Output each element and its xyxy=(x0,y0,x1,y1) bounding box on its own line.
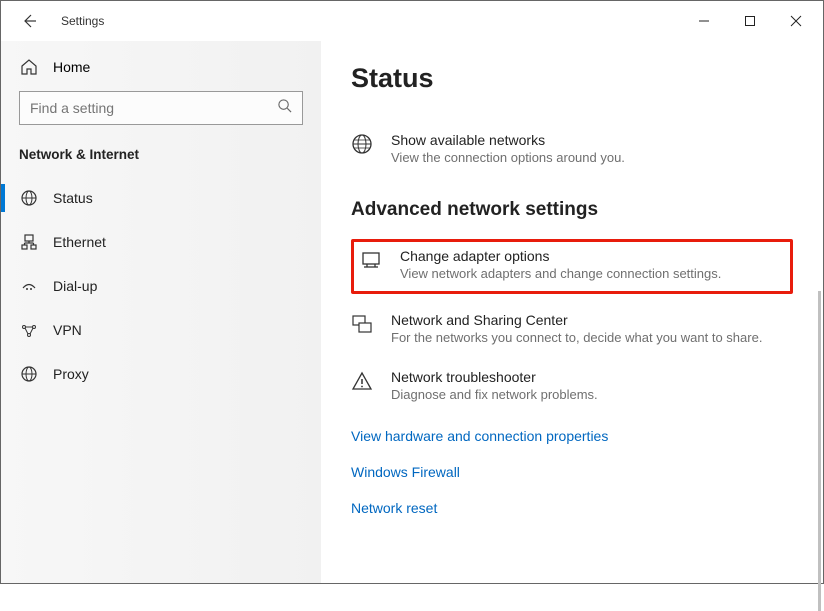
network-troubleshooter[interactable]: Network troubleshooter Diagnose and fix … xyxy=(351,361,793,418)
network-sharing-center[interactable]: Network and Sharing Center For the netwo… xyxy=(351,304,793,361)
close-button[interactable] xyxy=(773,5,819,37)
search-field[interactable] xyxy=(30,100,277,116)
link-windows-firewall[interactable]: Windows Firewall xyxy=(351,454,793,490)
warning-icon xyxy=(351,370,373,392)
globe-icon xyxy=(19,188,39,208)
globe-icon xyxy=(351,133,373,155)
section-label: Network & Internet xyxy=(1,143,321,176)
sidebar-item-label: VPN xyxy=(53,322,82,338)
minimize-button[interactable] xyxy=(681,5,727,37)
option-title: Change adapter options xyxy=(400,248,721,264)
dialup-icon xyxy=(19,276,39,296)
scrollbar[interactable] xyxy=(818,291,821,611)
sidebar-item-proxy[interactable]: Proxy xyxy=(1,352,321,396)
option-title: Show available networks xyxy=(391,132,625,148)
highlighted-option: Change adapter options View network adap… xyxy=(351,239,793,294)
page-title: Status xyxy=(351,63,793,94)
option-title: Network and Sharing Center xyxy=(391,312,762,328)
main-content: Status Show available networks View the … xyxy=(321,41,823,583)
sidebar: Home Network & Internet Status Ethernet xyxy=(1,41,321,583)
link-hardware-properties[interactable]: View hardware and connection properties xyxy=(351,418,793,454)
change-adapter-options[interactable]: Change adapter options View network adap… xyxy=(360,248,780,281)
option-desc: View network adapters and change connect… xyxy=(400,266,721,281)
sharing-icon xyxy=(351,313,373,335)
sidebar-item-label: Dial-up xyxy=(53,278,97,294)
maximize-button[interactable] xyxy=(727,5,773,37)
window-title: Settings xyxy=(61,14,104,28)
sidebar-item-vpn[interactable]: VPN xyxy=(1,308,321,352)
sidebar-item-label: Proxy xyxy=(53,366,89,382)
ethernet-icon xyxy=(19,232,39,252)
home-button[interactable]: Home xyxy=(1,49,321,91)
sidebar-item-dialup[interactable]: Dial-up xyxy=(1,264,321,308)
option-desc: For the networks you connect to, decide … xyxy=(391,330,762,345)
sidebar-item-label: Ethernet xyxy=(53,234,106,250)
search-input[interactable] xyxy=(19,91,303,125)
search-icon xyxy=(277,98,292,118)
link-network-reset[interactable]: Network reset xyxy=(351,490,793,526)
sidebar-item-status[interactable]: Status xyxy=(1,176,321,220)
advanced-header: Advanced network settings xyxy=(351,199,793,221)
vpn-icon xyxy=(19,320,39,340)
sidebar-item-label: Status xyxy=(53,190,93,206)
show-available-networks[interactable]: Show available networks View the connect… xyxy=(351,124,793,181)
home-icon xyxy=(19,57,39,77)
adapter-icon xyxy=(360,249,382,271)
sidebar-item-ethernet[interactable]: Ethernet xyxy=(1,220,321,264)
option-desc: View the connection options around you. xyxy=(391,150,625,165)
option-desc: Diagnose and fix network problems. xyxy=(391,387,598,402)
proxy-icon xyxy=(19,364,39,384)
back-button[interactable] xyxy=(19,11,39,31)
option-title: Network troubleshooter xyxy=(391,369,598,385)
home-label: Home xyxy=(53,59,90,75)
